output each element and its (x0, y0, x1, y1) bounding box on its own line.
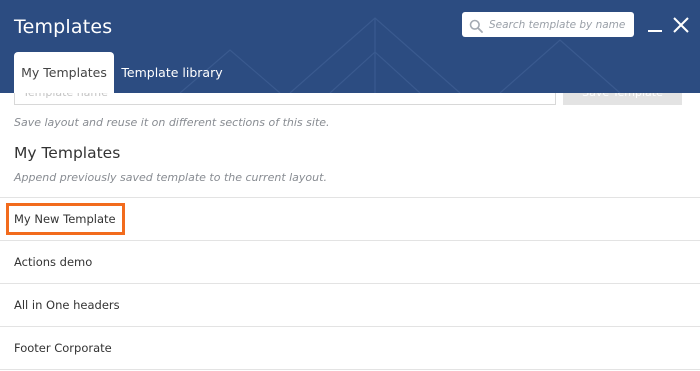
search-icon (469, 18, 483, 33)
tab-template-library[interactable]: Template library (120, 52, 224, 93)
section-help-text: Append previously saved template to the … (14, 171, 327, 184)
template-item-label: Actions demo (14, 255, 93, 269)
save-template-button[interactable]: Save Template (563, 93, 682, 105)
close-icon (673, 17, 689, 33)
modal-header: Templates My Templates Template library (0, 0, 700, 93)
save-help-text: Save layout and reuse it on different se… (14, 116, 330, 129)
minimize-button[interactable] (645, 14, 665, 36)
template-item-label: Footer Corporate (14, 341, 112, 355)
close-button[interactable] (671, 14, 691, 36)
highlight-box (6, 203, 125, 235)
list-bottom-divider (0, 369, 700, 370)
template-item-footer-corporate[interactable]: Footer Corporate (0, 326, 700, 369)
save-template-form: Save Template (0, 93, 700, 107)
template-item-label: All in One headers (14, 298, 120, 312)
template-item-my-new-template[interactable]: My New Template (0, 197, 700, 240)
template-item-all-in-one-headers[interactable]: All in One headers (0, 283, 700, 326)
section-title: My Templates (14, 144, 121, 162)
search-input[interactable] (489, 18, 629, 31)
templates-modal: Templates My Templates Template library (0, 0, 700, 371)
minimize-icon (648, 30, 662, 32)
template-list: My New Template Actions demo All in One … (0, 197, 700, 369)
tab-my-templates[interactable]: My Templates (14, 52, 114, 93)
template-name-input[interactable] (14, 93, 556, 105)
modal-title: Templates (14, 16, 113, 38)
search-box[interactable] (462, 12, 634, 37)
template-item-actions-demo[interactable]: Actions demo (0, 240, 700, 283)
